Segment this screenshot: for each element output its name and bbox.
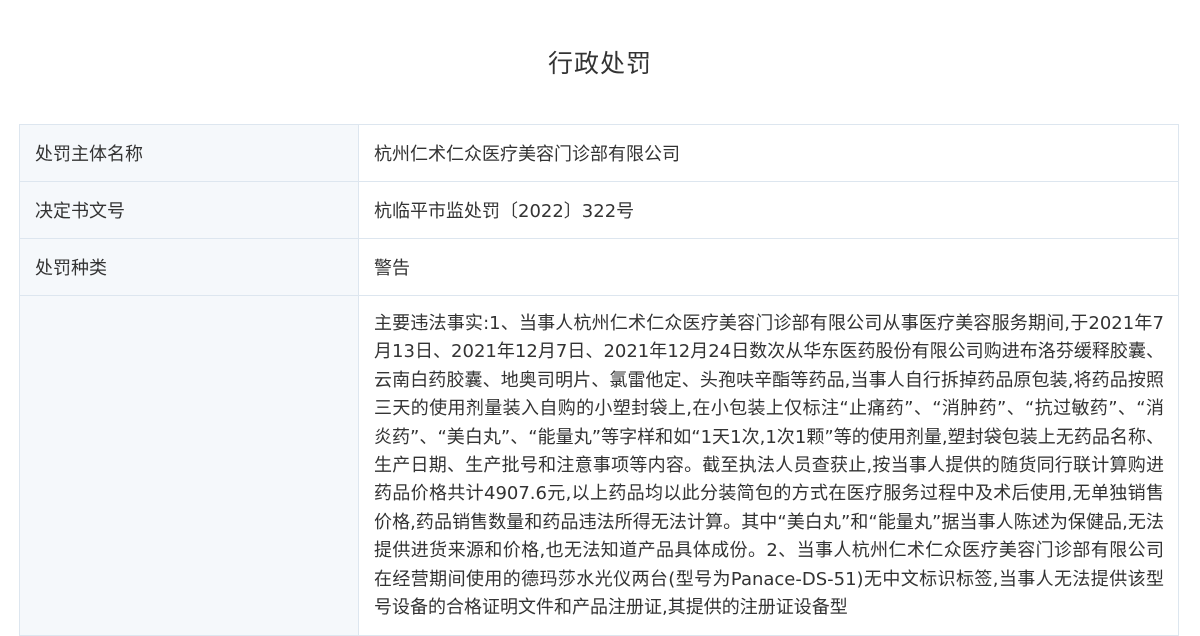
row-value-penalty-type: 警告 [359, 239, 1179, 296]
row-label-violation-facts [20, 296, 359, 636]
table-row: 处罚主体名称 杭州仁术仁众医疗美容门诊部有限公司 [20, 125, 1179, 182]
table-row: 处罚种类 警告 [20, 239, 1179, 296]
page-title: 行政处罚 [547, 49, 652, 78]
table-row: 决定书文号 杭临平市监处罚〔2022〕322号 [20, 182, 1179, 239]
row-value-violation-facts: 主要违法事实:1、当事人杭州仁术仁众医疗美容门诊部有限公司从事医疗美容服务期间,… [359, 296, 1179, 636]
row-value-penalized-entity: 杭州仁术仁众医疗美容门诊部有限公司 [359, 125, 1179, 182]
row-label-penalized-entity: 处罚主体名称 [20, 125, 359, 182]
row-label-penalty-type: 处罚种类 [20, 239, 359, 296]
row-value-decision-number: 杭临平市监处罚〔2022〕322号 [359, 182, 1179, 239]
table-row: 主要违法事实:1、当事人杭州仁术仁众医疗美容门诊部有限公司从事医疗美容服务期间,… [20, 296, 1179, 636]
penalty-info-table: 处罚主体名称 杭州仁术仁众医疗美容门诊部有限公司 决定书文号 杭临平市监处罚〔2… [19, 124, 1179, 636]
row-label-decision-number: 决定书文号 [20, 182, 359, 239]
